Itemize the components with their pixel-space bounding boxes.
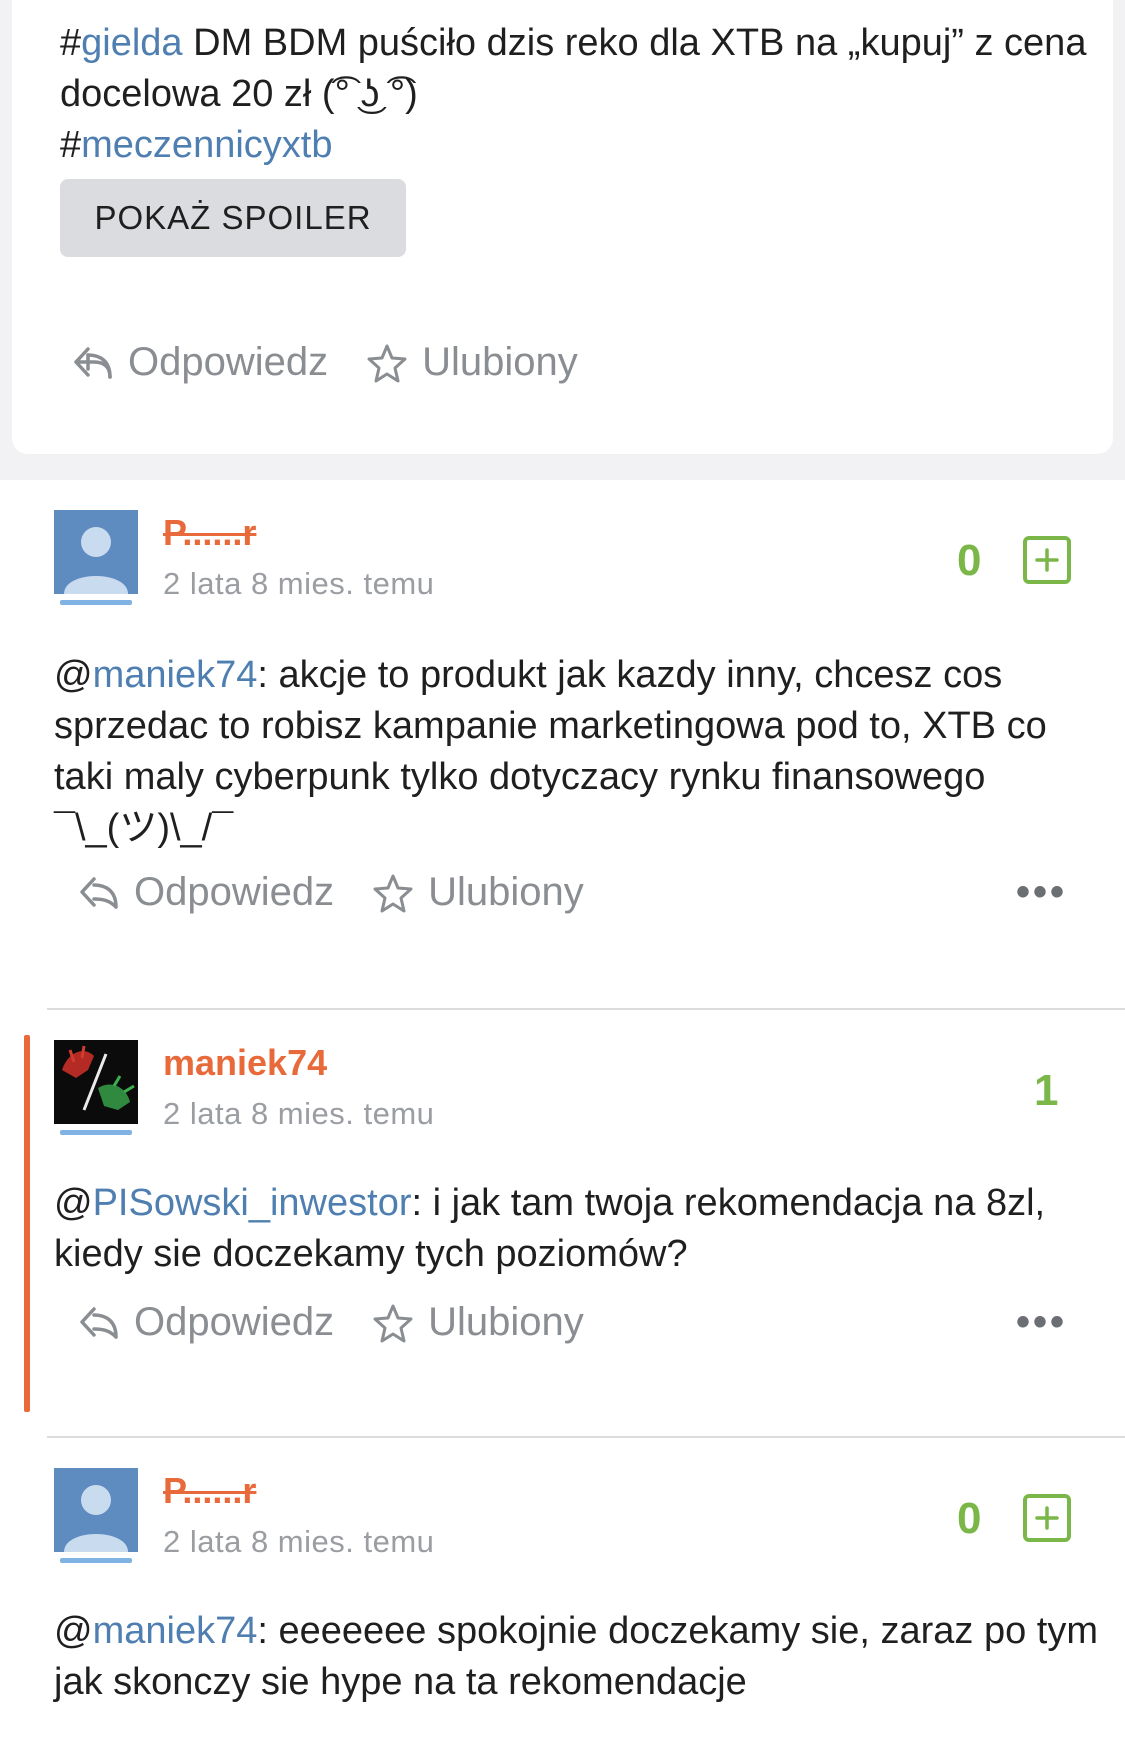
avatar-underline xyxy=(60,1130,132,1135)
divider xyxy=(47,1008,1125,1010)
show-spoiler-button[interactable]: POKAŻ SPOILER xyxy=(60,179,406,257)
vote-count: 1 xyxy=(1034,1066,1059,1115)
reply-button[interactable]: Odpowiedz xyxy=(78,1300,334,1345)
tag-gielda-link[interactable]: gielda xyxy=(81,22,182,64)
username[interactable]: maniek74 xyxy=(163,1042,327,1084)
username[interactable]: P......r xyxy=(163,1470,256,1512)
upvote-button[interactable] xyxy=(1023,536,1071,584)
reply-icon xyxy=(80,876,118,909)
avatar-underline xyxy=(60,1558,132,1563)
comment-body: @maniek74: akcje to produkt jak kazdy in… xyxy=(54,654,1047,849)
comments-list: P......r 2 lata 8 mies. temu 0 @maniek74… xyxy=(0,480,1125,1757)
vote-count: 0 xyxy=(957,536,982,585)
avatar-icon xyxy=(54,510,138,594)
avatar[interactable] xyxy=(54,1040,138,1124)
reply-button[interactable]: Odpowiedz xyxy=(78,870,334,915)
avatar[interactable] xyxy=(54,1468,138,1552)
avatar-underline xyxy=(60,600,132,605)
tag-meczennicyxtb-link[interactable]: meczennicyxtb xyxy=(81,124,332,166)
post-actions: Odpowiedz Ulubiony xyxy=(72,340,616,385)
reply-icon xyxy=(80,1306,118,1339)
favorite-button[interactable]: Ulubiony xyxy=(372,870,584,915)
favorite-button[interactable]: Ulubiony xyxy=(366,340,578,385)
favorite-button[interactable]: Ulubiony xyxy=(372,1300,584,1345)
post-card: #gielda DM BDM puściło dzis reko dla XTB… xyxy=(12,0,1113,454)
reply-indicator-bar xyxy=(24,1035,30,1412)
timestamp: 2 lata 8 mies. temu xyxy=(163,1524,435,1559)
mention-link[interactable]: maniek74 xyxy=(93,654,258,696)
post-body: #gielda DM BDM puściło dzis reko dla XTB… xyxy=(60,22,1087,166)
star-icon xyxy=(373,874,413,912)
plus-icon xyxy=(1035,1506,1059,1530)
reply-icon xyxy=(74,346,112,379)
mention-link[interactable]: PISowski_inwestor xyxy=(93,1182,412,1224)
mention-link[interactable]: maniek74 xyxy=(93,1610,258,1652)
comment-body: @maniek74: eeeeeee spokojnie doczekamy s… xyxy=(54,1610,1099,1703)
upvote-button[interactable] xyxy=(1023,1494,1071,1542)
post-body-text: DM BDM puściło dzis reko dla XTB na „kup… xyxy=(60,22,1087,115)
timestamp: 2 lata 8 mies. temu xyxy=(163,566,435,601)
comment-actions: Odpowiedz Ulubiony xyxy=(78,1300,622,1345)
reply-button[interactable]: Odpowiedz xyxy=(72,340,328,385)
star-icon xyxy=(367,344,407,382)
avatar-icon xyxy=(54,1468,138,1552)
username[interactable]: P......r xyxy=(163,512,256,554)
star-icon xyxy=(373,1304,413,1342)
plus-icon xyxy=(1035,548,1059,572)
comment-actions: Odpowiedz Ulubiony xyxy=(78,870,622,915)
avatar[interactable] xyxy=(54,510,138,594)
avatar-icon xyxy=(54,1040,138,1124)
vote-count: 0 xyxy=(957,1494,982,1543)
comment-body: @PISowski_inwestor: i jak tam twoja reko… xyxy=(54,1182,1046,1275)
timestamp: 2 lata 8 mies. temu xyxy=(163,1096,435,1131)
divider xyxy=(47,1436,1125,1438)
more-options-icon[interactable]: ••• xyxy=(1016,1300,1067,1345)
more-options-icon[interactable]: ••• xyxy=(1016,870,1067,915)
